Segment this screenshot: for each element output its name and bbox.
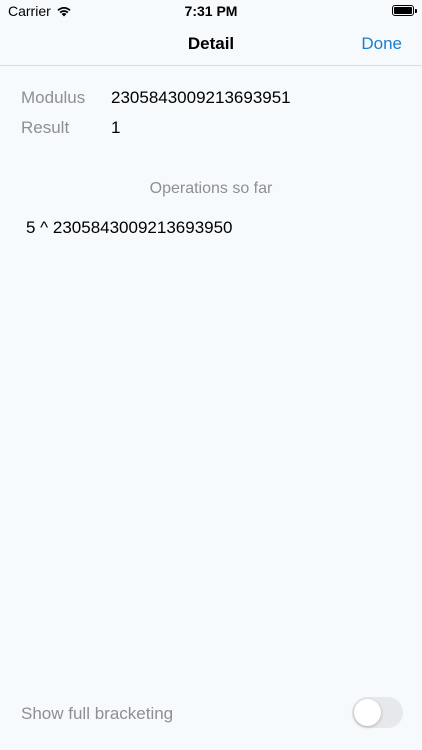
- navigation-bar: Detail Done: [0, 22, 422, 66]
- modulus-label: Modulus: [21, 88, 86, 107]
- operation-item: 5 ^ 2305843009213693950: [26, 218, 233, 237]
- result-row: Result 1: [21, 118, 120, 138]
- page-title: Detail: [187, 34, 235, 53]
- result-value: 1: [111, 118, 121, 137]
- done-button[interactable]: Done: [361, 34, 402, 54]
- modulus-value: 2305843009213693951: [111, 88, 291, 107]
- bracketing-toggle[interactable]: [352, 697, 403, 728]
- toggle-knob: [354, 699, 381, 726]
- result-label: Result: [21, 118, 70, 137]
- bracketing-label: Show full bracketing: [21, 704, 174, 723]
- modulus-row: Modulus 2305843009213693951: [21, 88, 291, 108]
- battery-icon: [392, 5, 417, 16]
- status-bar: Carrier 7:31 PM: [0, 0, 422, 22]
- status-time: 7:31 PM: [184, 3, 238, 19]
- operations-header: Operations so far: [149, 180, 273, 197]
- detail-screen: Carrier 7:31 PM Detail Done Modulus 2305…: [0, 0, 422, 750]
